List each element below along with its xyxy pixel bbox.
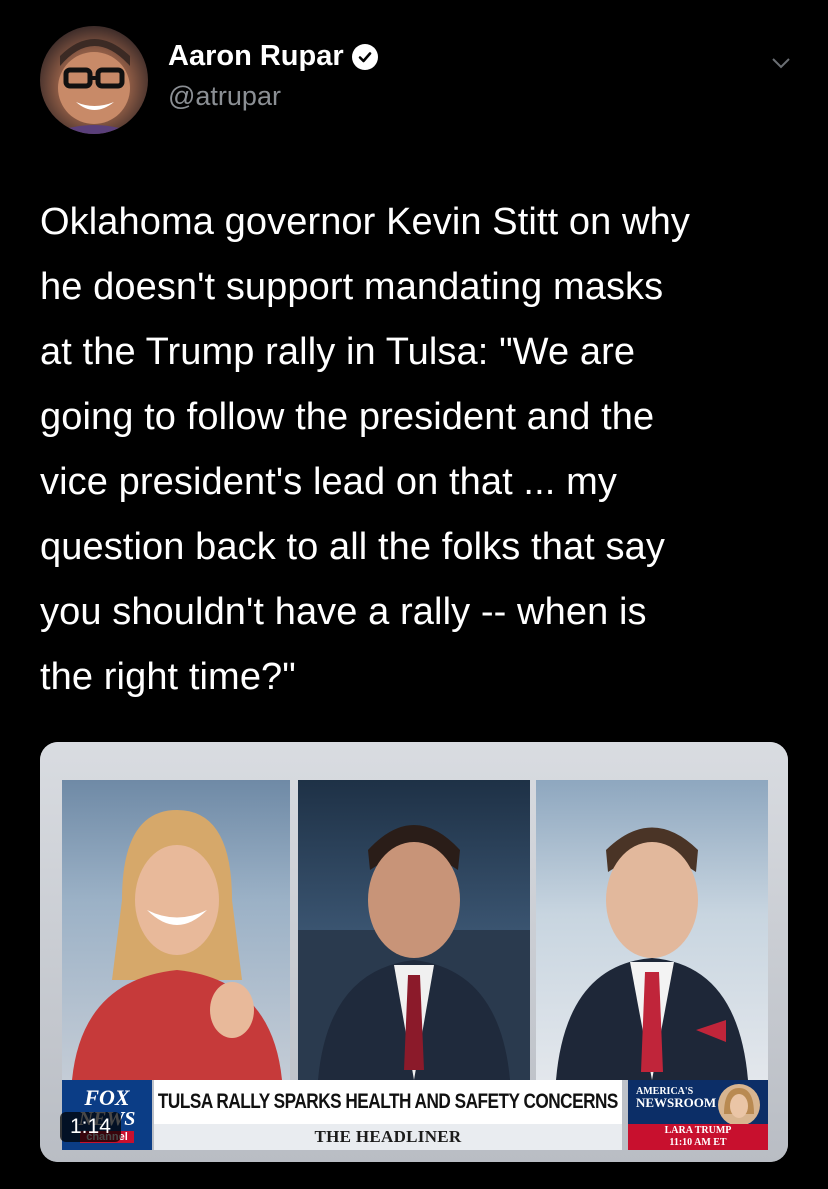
verified-badge-icon xyxy=(351,43,378,70)
show-name-big: NEWSROOM xyxy=(636,1095,717,1110)
logo-line-1: FOX xyxy=(84,1085,130,1110)
video-player[interactable]: FOX NEWS channel TULSA RALLY SPARKS HEAL… xyxy=(40,742,788,1162)
broadcast-time: 11:10 AM ET xyxy=(669,1137,727,1148)
chevron-down-icon[interactable] xyxy=(768,50,794,76)
author-names: Aaron Rupar @atrupar xyxy=(168,40,378,112)
author-handle[interactable]: @atrupar xyxy=(168,81,378,112)
video-panel-host xyxy=(536,780,768,1080)
tweet-header: Aaron Rupar @atrupar xyxy=(40,26,800,136)
segment-banner: THE HEADLINER xyxy=(154,1124,622,1150)
show-name: AMERICA'S NEWSROOM xyxy=(636,1086,717,1110)
host-name: LARA TRUMP xyxy=(664,1125,732,1136)
avatar[interactable] xyxy=(40,26,148,134)
lower-third: FOX NEWS channel TULSA RALLY SPARKS HEAL… xyxy=(62,1080,768,1150)
display-name-text[interactable]: Aaron Rupar xyxy=(168,40,344,73)
author-display-name[interactable]: Aaron Rupar xyxy=(168,40,378,73)
host-bar: LARA TRUMP 11:10 AM ET xyxy=(628,1124,768,1150)
video-duration-badge: 1:14 xyxy=(60,1112,121,1142)
headline-banner: TULSA RALLY SPARKS HEALTH AND SAFETY CON… xyxy=(154,1080,622,1124)
video-panel-anchor xyxy=(62,780,290,1080)
tweet-text: Oklahoma governor Kevin Stitt on why he … xyxy=(40,201,690,698)
video-frame[interactable]: FOX NEWS channel TULSA RALLY SPARKS HEAL… xyxy=(40,742,788,1162)
video-panel-governor xyxy=(298,780,530,1080)
show-box: AMERICA'S NEWSROOM LARA TRUMP 11:10 AM E… xyxy=(628,1080,768,1150)
host-thumbnail xyxy=(718,1084,760,1126)
